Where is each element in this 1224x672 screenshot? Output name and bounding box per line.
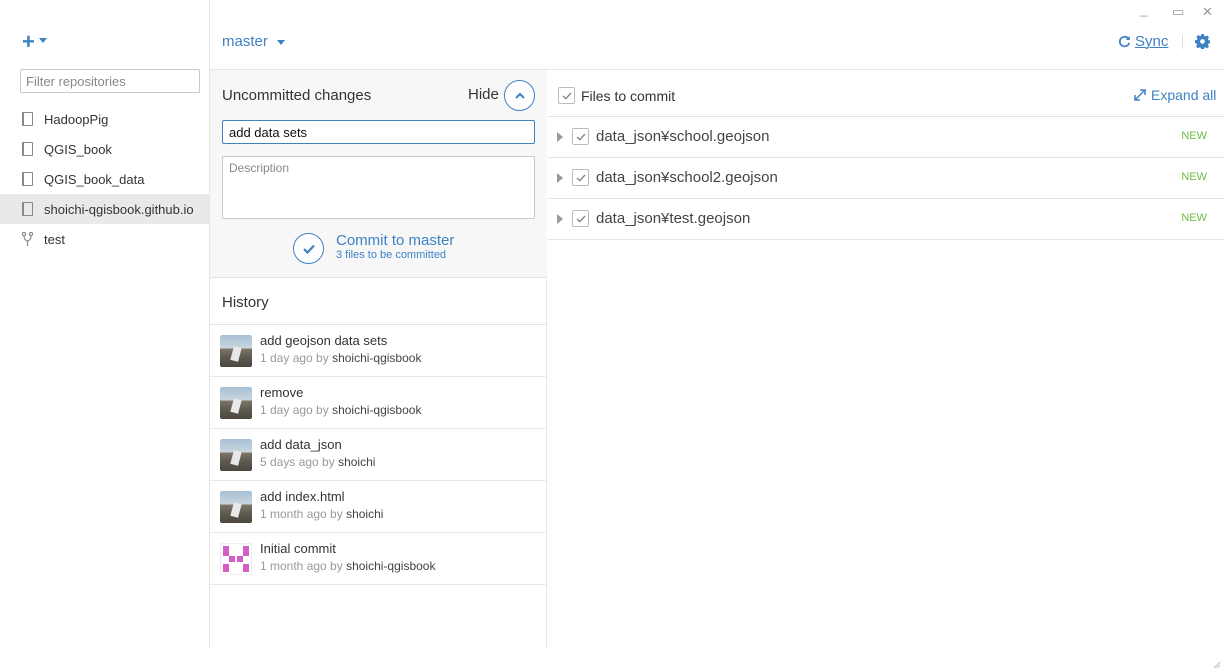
chevron-down-icon[interactable] <box>277 40 285 45</box>
commit-button-label[interactable]: Commit to master <box>336 232 454 249</box>
fork-icon <box>22 231 33 246</box>
close-button[interactable]: ✕ <box>1202 4 1213 20</box>
commit-message: add index.html <box>260 489 345 504</box>
sync-icon <box>1118 35 1131 48</box>
sidebar-item-label: QGIS_book <box>44 141 112 157</box>
expand-icon <box>1134 89 1146 101</box>
avatar <box>220 543 252 575</box>
history-item[interactable]: add data_json 5 days ago by shoichi <box>210 429 547 481</box>
commit-message: add data_json <box>260 437 342 452</box>
uncommitted-changes-title: Uncommitted changes <box>222 87 372 104</box>
add-repository-button[interactable]: + <box>22 31 35 53</box>
check-icon <box>576 215 586 223</box>
commit-meta: 5 days ago by shoichi <box>260 455 376 469</box>
check-icon <box>576 133 586 141</box>
hide-button[interactable] <box>504 80 535 111</box>
commit-meta: 1 month ago by shoichi-qgisbook <box>260 559 436 573</box>
file-name: data_json¥school2.geojson <box>596 169 778 186</box>
minimize-button[interactable]: _ <box>1140 2 1147 17</box>
history-item[interactable]: Initial commit 1 month ago by shoichi-qg… <box>210 533 547 585</box>
maximize-button[interactable]: ▭ <box>1172 4 1184 20</box>
commit-file-count: 3 files to be committed <box>336 249 447 261</box>
history-title: History <box>222 294 269 311</box>
sidebar-item-label: test <box>44 231 65 247</box>
file-row[interactable]: data_json¥school2.geojson NEW <box>548 158 1224 199</box>
file-name: data_json¥test.geojson <box>596 210 751 227</box>
sidebar-item-label: shoichi-qgisbook.github.io <box>44 201 194 217</box>
files-to-commit-label: Files to commit <box>581 88 676 104</box>
commit-meta: 1 day ago by shoichi-qgisbook <box>260 351 422 365</box>
expand-arrow-icon[interactable] <box>557 132 563 142</box>
commit-author: shoichi <box>346 507 384 521</box>
history-item[interactable]: add geojson data sets 1 day ago by shoic… <box>210 325 547 377</box>
files-to-commit-header: Files to commit Expand all <box>548 70 1224 117</box>
chevron-down-icon[interactable] <box>39 38 47 43</box>
check-icon <box>562 92 572 100</box>
commit-message: Initial commit <box>260 541 336 556</box>
sidebar-item-test[interactable]: test <box>0 224 209 254</box>
commit-meta: 1 month ago by shoichi <box>260 507 384 521</box>
check-icon <box>576 174 586 182</box>
avatar <box>220 491 252 523</box>
book-icon <box>22 112 33 126</box>
history-item[interactable]: add index.html 1 month ago by shoichi <box>210 481 547 533</box>
status-badge: NEW <box>1181 171 1207 183</box>
commit-author: shoichi <box>338 455 376 469</box>
file-row[interactable]: data_json¥test.geojson NEW <box>548 199 1224 240</box>
chevron-up-icon <box>514 92 525 99</box>
commit-panel: Uncommitted changes Hide Commit to maste… <box>210 70 547 278</box>
sidebar-item-label: HadoopPig <box>44 111 109 127</box>
sidebar-item-shoichi-qgisbook[interactable]: shoichi-qgisbook.github.io <box>0 194 209 224</box>
status-badge: NEW <box>1181 130 1207 142</box>
history-item[interactable]: remove 1 day ago by shoichi-qgisbook <box>210 377 547 429</box>
gear-icon[interactable] <box>1195 34 1210 49</box>
book-icon <box>22 172 33 186</box>
file-name: data_json¥school.geojson <box>596 128 770 145</box>
sync-button[interactable]: Sync <box>1118 33 1168 50</box>
sidebar-item-qgis-book[interactable]: QGIS_book <box>0 134 209 164</box>
expand-all-button[interactable]: Expand all <box>1134 87 1216 103</box>
book-icon <box>22 142 33 156</box>
avatar <box>220 335 252 367</box>
avatar <box>220 439 252 471</box>
commit-author: shoichi-qgisbook <box>332 351 422 365</box>
sidebar-item-hadooppig[interactable]: HadoopPig <box>0 104 209 134</box>
resize-grip-icon[interactable] <box>1211 659 1221 669</box>
sidebar: + HadoopPig QGIS_book QGIS_book_data sho… <box>0 0 210 648</box>
commit-meta: 1 day ago by shoichi-qgisbook <box>260 403 422 417</box>
commit-summary-input[interactable] <box>222 120 535 144</box>
commit-author: shoichi-qgisbook <box>346 559 436 573</box>
status-badge: NEW <box>1181 212 1207 224</box>
commit-message: add geojson data sets <box>260 333 388 348</box>
expand-all-label: Expand all <box>1151 87 1217 103</box>
commit-author: shoichi-qgisbook <box>332 403 422 417</box>
sidebar-item-label: QGIS_book_data <box>44 171 145 187</box>
filter-repositories-input[interactable] <box>20 69 200 93</box>
select-all-checkbox[interactable] <box>558 87 575 104</box>
commit-message: remove <box>260 385 304 400</box>
expand-arrow-icon[interactable] <box>557 214 563 224</box>
avatar <box>220 387 252 419</box>
file-checkbox[interactable] <box>572 128 589 145</box>
book-icon <box>22 202 33 216</box>
commit-description-field[interactable] <box>222 156 535 219</box>
commit-button[interactable] <box>293 233 324 264</box>
check-icon <box>302 244 315 254</box>
expand-arrow-icon[interactable] <box>557 173 563 183</box>
sync-label: Sync <box>1135 33 1169 50</box>
sidebar-item-qgis-book-data[interactable]: QGIS_book_data <box>0 164 209 194</box>
history-panel: History add geojson data sets 1 day ago … <box>210 279 547 648</box>
hide-label[interactable]: Hide <box>468 86 499 103</box>
file-checkbox[interactable] <box>572 169 589 186</box>
branch-selector[interactable]: master <box>222 33 268 50</box>
file-row[interactable]: data_json¥school.geojson NEW <box>548 117 1224 158</box>
file-checkbox[interactable] <box>572 210 589 227</box>
divider <box>1182 35 1183 49</box>
